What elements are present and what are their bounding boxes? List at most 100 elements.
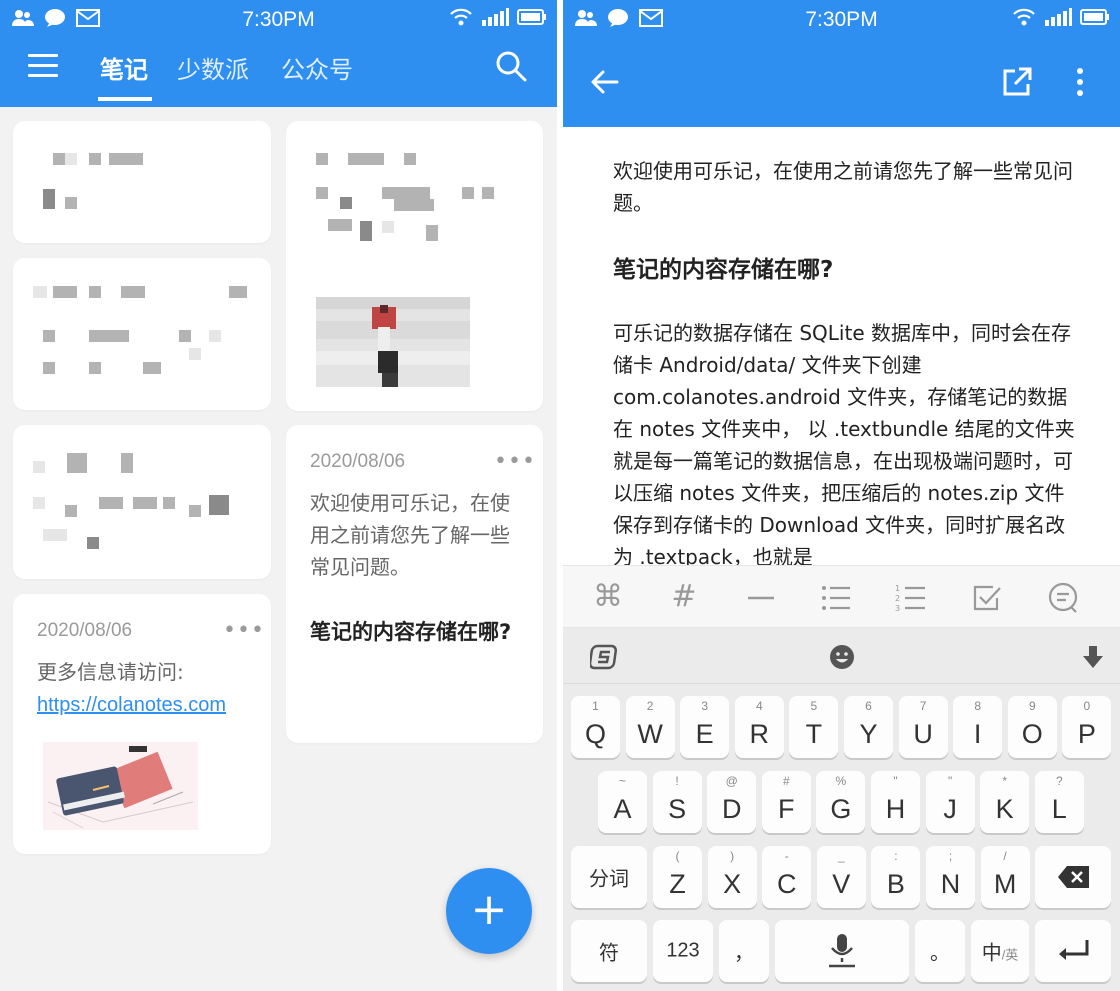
key-n[interactable]: ; N bbox=[926, 846, 975, 908]
key-l[interactable]: ? L bbox=[1034, 771, 1084, 833]
key-w[interactable]: 2W bbox=[625, 696, 675, 758]
key-u[interactable]: 7U bbox=[898, 696, 948, 758]
note-editor-screen: 7:30PM 欢迎使用可乐记，在使用之前请您先了解一些常见问题。 笔记的内容存储… bbox=[563, 0, 1120, 991]
sogou-logo-icon[interactable] bbox=[590, 642, 620, 672]
key-t[interactable]: 5T bbox=[789, 696, 839, 758]
microphone-icon bbox=[829, 934, 855, 968]
key-hint: 7 bbox=[919, 699, 927, 713]
share-icon[interactable] bbox=[1001, 66, 1033, 98]
search-icon[interactable] bbox=[495, 50, 527, 82]
language-switch-label: 中/英 bbox=[971, 937, 1029, 966]
menu-icon[interactable] bbox=[28, 54, 58, 78]
key-hint: 3 bbox=[701, 699, 709, 713]
key-y[interactable]: 6Y bbox=[844, 696, 893, 758]
key-f[interactable]: # F bbox=[761, 771, 811, 833]
key-x[interactable]: ) X bbox=[707, 846, 757, 908]
card-more-icon[interactable]: ••• bbox=[223, 618, 265, 643]
key-label: H bbox=[885, 794, 906, 824]
key-s[interactable]: ! S bbox=[652, 771, 702, 833]
period-key[interactable]: 。 bbox=[915, 920, 965, 982]
add-note-button[interactable]: + bbox=[446, 868, 532, 954]
key-h[interactable]: " H bbox=[871, 771, 920, 833]
key-o[interactable]: 9O bbox=[1007, 696, 1057, 758]
emoji-icon[interactable] bbox=[827, 642, 857, 672]
symbol-key-label: 符 bbox=[599, 942, 619, 965]
key-d[interactable]: @ D bbox=[707, 771, 757, 833]
comma-key[interactable]: ， bbox=[719, 920, 769, 982]
system-icons bbox=[449, 8, 547, 26]
key-hint: 9 bbox=[1028, 699, 1036, 713]
key-label: B bbox=[886, 869, 905, 899]
key-label: Z bbox=[669, 869, 686, 899]
note-card[interactable]: 2020/08/06 ••• 欢迎使用可乐记，在使用之前请您先了解一些常见问题。… bbox=[286, 425, 543, 743]
key-e[interactable]: 3E bbox=[680, 696, 730, 758]
key-q[interactable]: 1Q bbox=[571, 696, 620, 758]
notes-list-screen: 7:30PM 笔记 少数派 公众号 2020/08/06 ••• 更多信息请访问… bbox=[0, 0, 557, 991]
key-g[interactable]: % G bbox=[816, 771, 866, 833]
key-p[interactable]: 0P bbox=[1062, 696, 1112, 758]
tab-wechat[interactable]: 公众号 bbox=[281, 50, 353, 85]
language-switch-key[interactable]: 中/英 bbox=[971, 920, 1029, 982]
card-link[interactable]: https://colanotes.com bbox=[37, 694, 226, 717]
key-r[interactable]: 4R bbox=[734, 696, 784, 758]
heading-hash-icon[interactable]: # bbox=[666, 580, 702, 616]
more-vertical-icon[interactable] bbox=[1070, 66, 1090, 98]
key-hint: ) bbox=[730, 849, 735, 863]
note-card[interactable]: 2020/08/06 ••• 更多信息请访问: https://colanote… bbox=[13, 594, 271, 854]
key-a[interactable]: ~ A bbox=[598, 771, 647, 833]
svg-text:1: 1 bbox=[895, 584, 900, 593]
note-card-blurred[interactable] bbox=[13, 425, 271, 579]
key-j[interactable]: " J bbox=[925, 771, 975, 833]
symbol-key[interactable]: 符 bbox=[571, 920, 647, 982]
bullet-list-icon[interactable] bbox=[818, 580, 854, 616]
card-more-icon[interactable]: ••• bbox=[494, 449, 536, 474]
horizontal-rule-icon[interactable] bbox=[743, 580, 779, 616]
battery-icon bbox=[1080, 9, 1109, 25]
note-card-blurred[interactable] bbox=[13, 258, 271, 410]
quote-comment-icon[interactable] bbox=[1045, 580, 1081, 616]
key-k[interactable]: * K bbox=[980, 771, 1030, 833]
voice-space-key[interactable] bbox=[775, 920, 909, 982]
key-label: L bbox=[1051, 794, 1067, 824]
key-hint: - bbox=[784, 849, 789, 863]
wifi-icon bbox=[1013, 8, 1035, 26]
key-label: O bbox=[1021, 719, 1043, 749]
tab-sspai[interactable]: 少数派 bbox=[177, 50, 249, 85]
card-text: 欢迎使用可乐记，在使用之前请您先了解一些常见问题。 bbox=[310, 491, 510, 579]
key-label: U bbox=[913, 719, 933, 749]
key-label: S bbox=[668, 794, 687, 824]
note-card-blurred[interactable] bbox=[286, 121, 543, 411]
command-icon[interactable]: ⌘ bbox=[590, 580, 626, 616]
back-arrow-icon[interactable] bbox=[589, 66, 621, 98]
battery-icon bbox=[517, 9, 546, 25]
note-card-blurred[interactable] bbox=[13, 121, 271, 243]
key-c[interactable]: -C bbox=[762, 846, 812, 908]
key-hint: 0 bbox=[1083, 699, 1091, 713]
card-heading: 笔记的内容存储在哪? bbox=[310, 620, 512, 644]
backspace-key[interactable] bbox=[1035, 846, 1111, 908]
tab-notes[interactable]: 笔记 bbox=[100, 50, 148, 85]
key-hint: * bbox=[1002, 774, 1008, 788]
checkbox-icon[interactable] bbox=[969, 580, 1005, 616]
key-label: D bbox=[721, 794, 742, 824]
key-i[interactable]: 8I bbox=[953, 696, 1003, 758]
key-v[interactable]: _ V bbox=[816, 846, 866, 908]
key-label: Y bbox=[859, 719, 878, 749]
soft-keyboard: 1Q2W3E4R5T6Y7U8I9O0P ~ A! S @ D # F% G " H " J * K? L … bbox=[563, 628, 1120, 991]
key-z[interactable]: (Z bbox=[653, 846, 702, 908]
key-m[interactable]: / M bbox=[980, 846, 1030, 908]
hide-keyboard-icon[interactable] bbox=[1078, 642, 1108, 672]
number-key-label: 123 bbox=[666, 939, 700, 962]
note-content[interactable]: 欢迎使用可乐记，在使用之前请您先了解一些常见问题。 笔记的内容存储在哪? 可乐记… bbox=[613, 155, 1083, 565]
key-b[interactable]: :B bbox=[871, 846, 921, 908]
key-label: W bbox=[637, 719, 663, 749]
fenci-key-label: 分词 bbox=[589, 868, 629, 891]
enter-key[interactable] bbox=[1035, 920, 1111, 982]
key-label: K bbox=[995, 794, 1014, 824]
numbered-list-icon[interactable]: 123 bbox=[893, 580, 929, 616]
fenci-key[interactable]: 分词 bbox=[571, 846, 647, 908]
key-hint: 4 bbox=[755, 699, 763, 713]
key-label: P bbox=[1077, 719, 1096, 749]
number-key[interactable]: 123 bbox=[653, 920, 713, 982]
key-label: Q bbox=[584, 719, 606, 749]
